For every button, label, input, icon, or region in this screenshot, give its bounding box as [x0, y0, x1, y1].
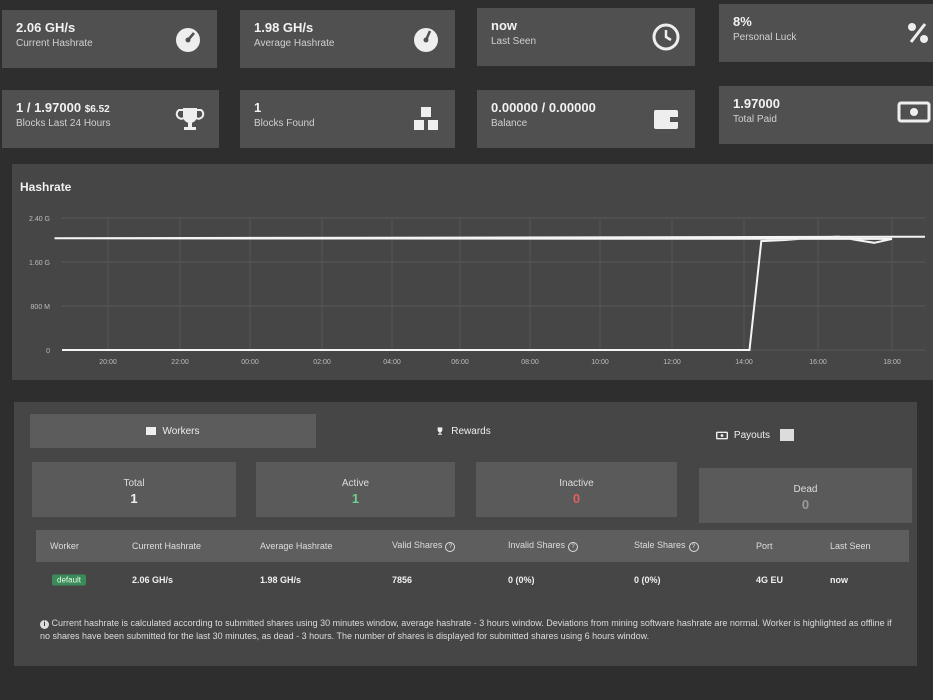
- workers-inactive: Inactive 0: [476, 462, 677, 517]
- workers-total-value: 1: [130, 491, 138, 506]
- help-icon[interactable]: ?: [688, 542, 699, 552]
- workers-total-label: Total: [123, 478, 145, 489]
- chart-title: Hashrate: [20, 180, 72, 194]
- col-worker: Worker: [50, 541, 79, 551]
- info-icon: i: [40, 620, 49, 629]
- cell-last-seen: now: [830, 575, 848, 585]
- money-bill-icon: [715, 431, 728, 439]
- total-paid-label: Total Paid: [733, 114, 777, 125]
- clock-icon: [652, 23, 680, 51]
- workers-total: Total 1: [32, 462, 236, 517]
- col-valid-shares[interactable]: Valid Shares?: [392, 540, 456, 552]
- workers-dead-value: 0: [801, 497, 810, 512]
- table-row[interactable]: default 2.06 GH/s 1.98 GH/s 7856 0 (0%) …: [36, 562, 909, 598]
- cell-valid-shares: 7856: [392, 575, 413, 585]
- hashrate-chart-panel: [12, 164, 933, 380]
- cell-current-hashrate: 2.06 GH/s: [132, 575, 174, 585]
- workers-inactive-value: 0: [572, 491, 581, 506]
- wallet-icon: [654, 110, 678, 129]
- personal-luck-card: 8% Personal Luck: [719, 4, 933, 62]
- tab-rewards[interactable]: Rewards: [318, 414, 608, 448]
- cell-stale-shares: 0 (0%): [634, 575, 661, 585]
- personal-luck-label: Personal Luck: [733, 32, 797, 43]
- worker-name-badge[interactable]: default: [52, 574, 87, 586]
- workers-active: Active 1: [256, 462, 455, 517]
- trophy-icon: [437, 427, 443, 435]
- total-paid-value: 1.97000: [733, 96, 780, 111]
- current-hashrate-card: 2.06 GH/s Current Hashrate: [2, 10, 217, 68]
- col-invalid-shares[interactable]: Invalid Shares?: [508, 540, 579, 552]
- workers-dead-label: Dead: [793, 484, 818, 495]
- cell-invalid-shares: 0 (0%): [508, 575, 535, 585]
- tab-rewards-label: Rewards: [451, 425, 491, 437]
- tab-workers-label: Workers: [162, 425, 200, 437]
- workers-active-label: Active: [341, 478, 370, 489]
- cell-port: 4G EU: [756, 575, 784, 585]
- speedometer-icon: [414, 28, 438, 52]
- average-hashrate-card: 1.98 GH/s Average Hashrate: [240, 10, 455, 68]
- last-seen-card: now Last Seen: [477, 8, 695, 66]
- help-icon[interactable]: ?: [445, 542, 456, 552]
- total-paid-card: 1.97000 Total Paid: [719, 86, 933, 144]
- cell-average-hashrate: 1.98 GH/s: [260, 575, 302, 585]
- blocks-24h-value: 1 / 1.97000: [16, 100, 82, 115]
- personal-luck-value: 8%: [733, 14, 752, 29]
- workers-table-header: Worker Current Hashrate Average Hashrate…: [36, 530, 909, 562]
- blocks-24h-usd: $6.52: [84, 104, 110, 115]
- col-last-seen: Last Seen: [830, 541, 871, 551]
- cubes-icon: [414, 107, 438, 130]
- list-icon: [146, 427, 157, 435]
- hashrate-info-note: i Current hashrate is calculated accordi…: [40, 617, 902, 643]
- workers-dead: Dead 0: [699, 468, 912, 523]
- tab-payouts-label: Payouts: [733, 429, 771, 441]
- payouts-info-badge: [780, 429, 795, 441]
- workers-inactive-label: Inactive: [559, 478, 594, 489]
- trophy-icon: [175, 108, 205, 130]
- help-icon[interactable]: ?: [568, 542, 579, 552]
- col-port: Port: [756, 541, 773, 551]
- workers-active-value: 1: [351, 491, 360, 506]
- blocks-24h-card: 1 / 1.97000 $6.52 Blocks Last 24 Hours: [2, 90, 219, 148]
- col-stale-shares[interactable]: Stale Shares?: [634, 540, 699, 552]
- blocks-found-card: 1 Blocks Found: [240, 90, 455, 148]
- money-bill-icon: [897, 101, 931, 123]
- tab-payouts[interactable]: Payouts: [610, 418, 900, 452]
- balance-card: 0.00000 / 0.00000 Balance: [477, 90, 695, 148]
- info-note-text: Current hashrate is calculated according…: [40, 618, 892, 641]
- tab-workers[interactable]: Workers: [30, 414, 316, 448]
- speedometer-icon: [176, 28, 200, 52]
- col-average-hashrate: Average Hashrate: [260, 541, 333, 551]
- percent-icon: [908, 23, 928, 43]
- col-current-hashrate: Current Hashrate: [132, 541, 202, 551]
